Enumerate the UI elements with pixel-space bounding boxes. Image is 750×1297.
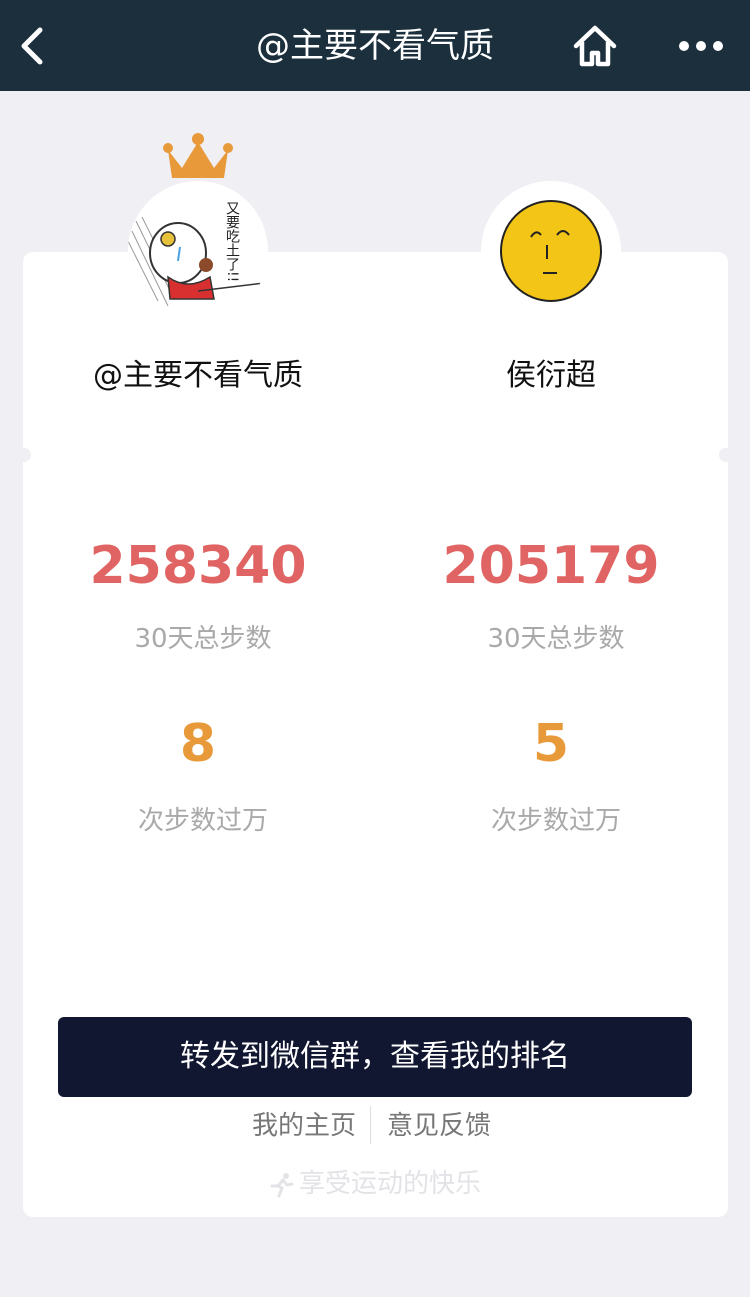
avatar-image-2 <box>481 181 621 321</box>
footer-slogan: 享受运动的快乐 <box>0 1166 750 1202</box>
player-1-name: @主要不看气质 <box>93 358 303 393</box>
player-1-over-10k-label: 次步数过万 <box>137 806 268 836</box>
my-homepage-link[interactable]: 我的主页 <box>252 1106 356 1146</box>
home-icon <box>573 25 617 67</box>
back-button[interactable] <box>14 22 54 70</box>
player-2-over-10k-label: 次步数过万 <box>490 806 621 836</box>
more-icon <box>679 41 723 51</box>
navbar: @主要不看气质 <box>0 0 750 91</box>
player-1-total-steps: 258340 <box>89 536 307 596</box>
player-2-name: 侯衍超 <box>506 358 596 393</box>
player-2-total-steps: 205179 <box>442 536 660 596</box>
more-button[interactable] <box>674 28 728 64</box>
player-1-total-steps-label: 30天总步数 <box>134 624 272 654</box>
player-2-total-steps-label: 30天总步数 <box>487 624 625 654</box>
crown-icon <box>163 133 233 178</box>
feedback-link[interactable]: 意见反馈 <box>387 1106 491 1146</box>
player-2-over-10k: 5 <box>532 714 570 774</box>
page-title: @主要不看气质 <box>256 26 494 66</box>
running-icon <box>270 1172 294 1197</box>
link-divider <box>370 1106 371 1144</box>
ticket-notch-left <box>17 448 31 462</box>
footer-text: 享受运动的快乐 <box>298 1169 481 1199</box>
avatar-player-1[interactable]: 又要吃土了!! <box>128 181 268 321</box>
share-to-wechat-group-button[interactable]: 转发到微信群，查看我的排名 <box>58 1017 692 1097</box>
chevron-left-icon <box>21 27 43 65</box>
avatar-image-1: 又要吃土了!! <box>128 181 268 321</box>
avatar-1-caption: 又要吃土了!! <box>224 201 240 282</box>
player-1-over-10k: 8 <box>179 714 217 774</box>
avatar-player-2[interactable] <box>481 181 621 321</box>
home-button[interactable] <box>570 22 620 70</box>
ticket-notch-right <box>719 448 733 462</box>
